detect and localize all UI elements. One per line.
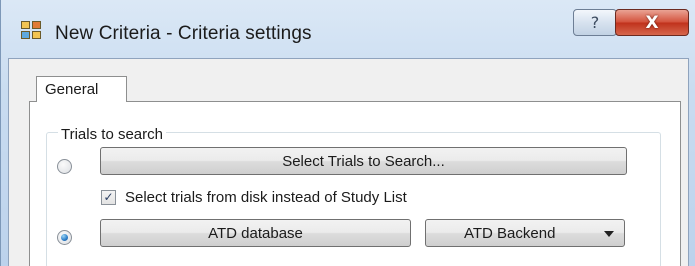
close-button[interactable]: X (615, 9, 689, 36)
group-legend: Trials to search (58, 126, 166, 143)
chevron-down-icon (604, 231, 614, 237)
atd-database-radio[interactable] (57, 230, 72, 245)
dialog-window: New Criteria - Criteria settings ? X Gen… (0, 0, 695, 266)
atd-database-button[interactable]: ATD database (100, 219, 411, 247)
help-button[interactable]: ? (573, 9, 617, 36)
app-icon (21, 21, 45, 43)
from-disk-checkbox[interactable]: ✓ (101, 190, 116, 205)
checkmark-icon: ✓ (103, 190, 114, 204)
select-trials-radio[interactable] (57, 159, 72, 174)
backend-select[interactable]: ATD Backend (425, 219, 625, 247)
close-icon: X (645, 12, 659, 33)
tab-general[interactable]: General (36, 76, 127, 102)
backend-select-value: ATD Backend (464, 225, 556, 242)
help-icon: ? (590, 13, 600, 32)
window-title: New Criteria - Criteria settings (55, 23, 312, 44)
title-bar[interactable]: New Criteria - Criteria settings ? X (1, 0, 695, 58)
from-disk-checkbox-label[interactable]: Select trials from disk instead of Study… (125, 189, 407, 206)
select-trials-button[interactable]: Select Trials to Search... (100, 147, 627, 175)
